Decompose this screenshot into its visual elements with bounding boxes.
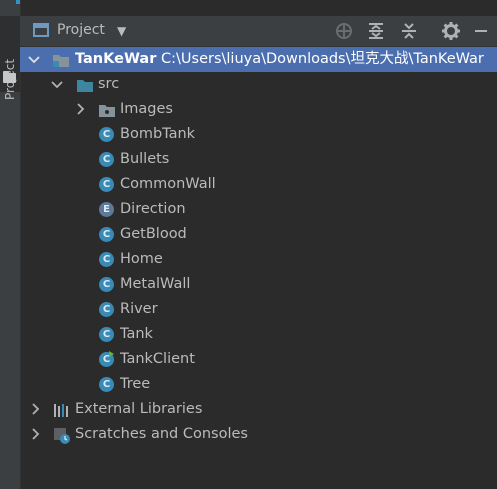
tree-node-images[interactable]: Images [20, 97, 497, 122]
tree-node-label: River [120, 301, 158, 317]
module-folder-icon [52, 52, 69, 68]
class-icon: C [99, 152, 114, 167]
tree-node-class-runnable[interactable]: C TankClient [20, 347, 497, 372]
tree-node-label: Tank [120, 326, 153, 342]
strip-indicator [16, 0, 20, 4]
hide-icon[interactable] [471, 21, 491, 41]
folder-icon [3, 71, 16, 83]
class-icon: C [99, 327, 114, 342]
tree-node-label: TankClient [120, 351, 195, 367]
collapse-all-icon[interactable] [399, 21, 419, 41]
class-icon: C [99, 227, 114, 242]
project-header: Project ▼ [20, 16, 497, 47]
tree-node-class[interactable]: C MetalWall [20, 272, 497, 297]
class-icon: C [99, 277, 114, 292]
scratches-icon [53, 427, 70, 444]
gear-icon[interactable] [441, 21, 461, 41]
root-project-path: C:\Users\liuya\Downloads\坦克大战\TanKeWar [161, 51, 484, 67]
class-icon: C [99, 302, 114, 317]
tree-node-label: Home [120, 251, 163, 267]
tree-node-src[interactable]: src [20, 72, 497, 97]
chevron-down-icon[interactable] [28, 47, 42, 72]
tree-node-label: Direction [120, 201, 186, 217]
expand-all-icon[interactable] [366, 21, 386, 41]
tree-node-class[interactable]: C BombTank [20, 122, 497, 147]
tree-node-class[interactable]: C River [20, 297, 497, 322]
chevron-right-icon[interactable] [30, 422, 44, 447]
locate-icon[interactable] [334, 21, 354, 41]
class-icon: C [99, 127, 114, 142]
project-tool-tab-label: Project [1, 59, 19, 100]
tree-node-scratches[interactable]: Scratches and Consoles [20, 422, 497, 447]
project-window-icon [33, 23, 49, 37]
tree-node-class[interactable]: C Home [20, 247, 497, 272]
class-icon: C [99, 377, 114, 392]
source-folder-icon [76, 77, 93, 93]
tree-node-external-libraries[interactable]: External Libraries [20, 397, 497, 422]
tree-node-root-project[interactable]: TanKeWar C:\Users\liuya\Downloads\坦克大战\T… [20, 47, 497, 72]
folder-icon [98, 102, 115, 118]
tree-node-label: Images [120, 101, 173, 117]
chevron-right-icon[interactable] [75, 97, 89, 122]
library-icon [53, 402, 69, 418]
tree-node-label: Scratches and Consoles [75, 426, 248, 442]
tree-node-label: MetalWall [120, 276, 191, 292]
tree-node-label: src [98, 76, 120, 92]
enum-icon: E [99, 202, 114, 217]
tree-node-class[interactable]: C GetBlood [20, 222, 497, 247]
project-view-title[interactable]: Project [57, 22, 105, 38]
tree-node-label: External Libraries [75, 401, 203, 417]
tree-node-label: Bullets [120, 151, 170, 167]
tree-node-class[interactable]: C CommonWall [20, 172, 497, 197]
root-project-name: TanKeWar [75, 51, 157, 67]
tree-node-label: BombTank [120, 126, 196, 142]
tree-node-label: CommonWall [120, 176, 216, 192]
tree-node-class[interactable]: C Tank [20, 322, 497, 347]
tree-node-class[interactable]: C Tree [20, 372, 497, 397]
tree-node-label: GetBlood [120, 226, 187, 242]
tree-node-class[interactable]: C Bullets [20, 147, 497, 172]
chevron-down-icon[interactable] [51, 72, 65, 97]
chevron-right-icon[interactable] [30, 397, 44, 422]
tool-window-strip: Project [0, 0, 21, 489]
class-icon: C [99, 177, 114, 192]
chevron-down-icon[interactable]: ▼ [117, 24, 126, 38]
run-marker-icon [109, 351, 114, 357]
tree-node-label: Tree [120, 376, 151, 392]
class-icon: C [99, 252, 114, 267]
tree-node-enum[interactable]: E Direction [20, 197, 497, 222]
